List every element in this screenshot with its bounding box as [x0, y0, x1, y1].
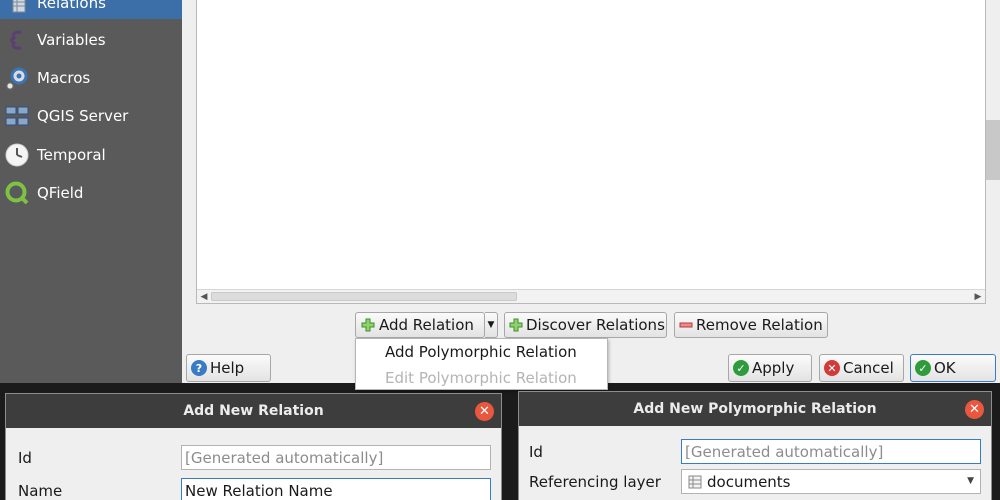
- sidebar-item-label: Macros: [37, 69, 91, 87]
- minus-icon: [679, 317, 693, 333]
- sidebar-item-qgis-server[interactable]: QGIS Server: [0, 100, 182, 132]
- qgis-server-icon: [3, 102, 31, 130]
- add-new-polymorphic-relation-dialog: Add New Polymorphic Relation ✕ Id Refere…: [518, 391, 992, 500]
- sidebar-item-label: Variables: [37, 31, 106, 49]
- ok-label: OK: [934, 359, 956, 377]
- temporal-icon: [3, 141, 31, 169]
- referencing-layer-select[interactable]: documents ▼: [681, 469, 981, 494]
- remove-relation-label: Remove Relation: [696, 316, 823, 334]
- table-layer-icon: [688, 475, 702, 489]
- apply-label: Apply: [752, 359, 795, 377]
- referencing-layer-value: documents: [707, 472, 791, 491]
- project-properties-window: Relations Variables Macros QGIS Server T…: [0, 0, 1000, 390]
- check-icon: ✓: [915, 360, 931, 376]
- sidebar-item-temporal[interactable]: Temporal: [0, 139, 182, 171]
- add-relation-dropdown-button[interactable]: ▼: [485, 312, 498, 338]
- cancel-label: Cancel: [843, 359, 894, 377]
- referencing-layer-label: Referencing layer: [529, 473, 661, 491]
- menu-item-edit-polymorphic-relation: Edit Polymorphic Relation: [385, 369, 577, 387]
- help-icon: ?: [191, 360, 207, 376]
- sidebar-item-label: Relations: [37, 0, 106, 12]
- macros-icon: [3, 64, 31, 92]
- name-label: Name: [18, 482, 63, 500]
- sidebar-item-label: Temporal: [37, 146, 106, 164]
- vertical-scrollbar[interactable]: [986, 120, 1000, 180]
- dialog-title: Add New Polymorphic Relation: [519, 392, 991, 426]
- add-relation-label: Add Relation: [379, 316, 474, 334]
- help-button[interactable]: ? Help: [186, 354, 271, 382]
- check-icon: ✓: [733, 360, 749, 376]
- apply-button[interactable]: ✓ Apply: [728, 354, 812, 382]
- name-field[interactable]: [181, 478, 491, 500]
- sidebar-item-qfield[interactable]: QField: [0, 177, 182, 209]
- menu-item-add-polymorphic-relation[interactable]: Add Polymorphic Relation: [385, 343, 577, 361]
- sidebar-item-label: QField: [37, 184, 84, 202]
- scroll-right-icon[interactable]: ▶: [971, 290, 985, 303]
- sidebar-item-relations[interactable]: Relations: [0, 0, 182, 19]
- help-label: Help: [210, 359, 245, 377]
- horizontal-scrollbar[interactable]: ◀ ▶: [197, 289, 985, 303]
- scrollbar-thumb[interactable]: [211, 292, 517, 301]
- discover-relations-label: Discover Relations: [526, 316, 665, 334]
- cancel-button[interactable]: ✕ Cancel: [819, 354, 904, 382]
- add-relation-menu: Add Polymorphic Relation Edit Polymorphi…: [355, 338, 608, 390]
- relations-table[interactable]: ◀ ▶: [196, 0, 986, 304]
- id-label: Id: [18, 449, 32, 467]
- id-label: Id: [529, 443, 543, 461]
- plus-icon: [360, 317, 376, 333]
- close-icon[interactable]: ✕: [475, 402, 494, 421]
- chevron-down-icon: ▼: [967, 476, 974, 486]
- scroll-left-icon[interactable]: ◀: [197, 290, 211, 303]
- ok-button[interactable]: ✓ OK: [910, 354, 996, 382]
- sidebar: Relations Variables Macros QGIS Server T…: [0, 0, 182, 383]
- sidebar-item-variables[interactable]: Variables: [0, 24, 182, 56]
- sidebar-item-macros[interactable]: Macros: [0, 62, 182, 94]
- relations-icon: [3, 0, 31, 17]
- sidebar-item-label: QGIS Server: [37, 107, 129, 125]
- add-relation-button[interactable]: Add Relation: [355, 312, 485, 338]
- cancel-icon: ✕: [824, 360, 840, 376]
- remove-relation-button[interactable]: Remove Relation: [674, 312, 828, 338]
- close-icon[interactable]: ✕: [965, 400, 984, 419]
- id-field[interactable]: [181, 445, 491, 470]
- chevron-down-icon: ▼: [487, 320, 495, 330]
- discover-relations-button[interactable]: Discover Relations: [504, 312, 667, 338]
- dialog-title: Add New Relation: [6, 394, 501, 428]
- id-field[interactable]: [681, 439, 981, 464]
- qfield-icon: [3, 179, 31, 207]
- variables-icon: [3, 26, 31, 54]
- plus-icon: [509, 317, 523, 333]
- add-new-relation-dialog: Add New Relation ✕ Id Name: [5, 393, 502, 500]
